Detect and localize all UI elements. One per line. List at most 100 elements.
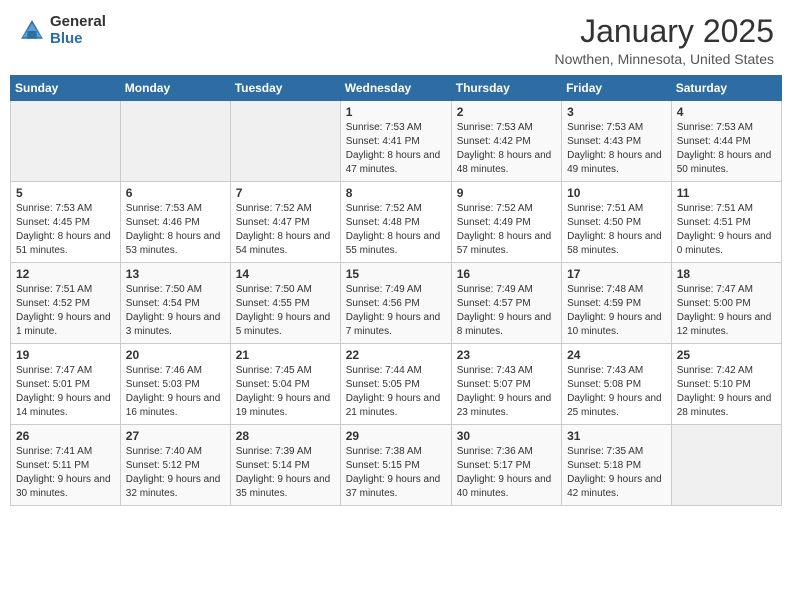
title-section: January 2025 Nowthen, Minnesota, United … <box>555 14 774 67</box>
cell-text: Sunrise: 7:53 AMSunset: 4:41 PMDaylight:… <box>346 121 446 177</box>
cell-content: 18 Sunrise: 7:47 AMSunset: 5:00 PMDayligh… <box>677 267 776 339</box>
calendar-cell: 4Sunrise: 7:53 AMSunset: 4:44 PMDaylight… <box>671 101 781 182</box>
calendar-cell: 12Sunrise: 7:51 AMSunset: 4:52 PMDayligh… <box>11 263 121 344</box>
cell-content: 23Sunrise: 7:43 AMSunset: 5:07 PMDayligh… <box>457 348 556 420</box>
day-number: 20 <box>126 348 225 362</box>
day-number: 21 <box>236 348 335 362</box>
cell-text: Sunrise: 7:43 AMSunset: 5:07 PMDaylight:… <box>457 364 556 420</box>
calendar-cell: 21 Sunrise: 7:45 AMSunset: 5:04 PMDayligh… <box>230 344 340 425</box>
cell-content: 3Sunrise: 7:53 AMSunset: 4:43 PMDaylight… <box>567 105 666 177</box>
calendar-cell <box>120 101 230 182</box>
calendar-cell <box>671 425 781 506</box>
cell-text: Sunrise: 7:50 AMSunset: 4:54 PMDaylight:… <box>126 283 225 339</box>
page: General Blue January 2025 Nowthen, Minne… <box>0 0 792 612</box>
calendar-cell: 26Sunrise: 7:41 AMSunset: 5:11 PMDayligh… <box>11 425 121 506</box>
cell-content: 6Sunrise: 7:53 AMSunset: 4:46 PMDaylight… <box>126 186 225 258</box>
calendar-cell: 16Sunrise: 7:49 AMSunset: 4:57 PMDayligh… <box>451 263 561 344</box>
cell-content: 4Sunrise: 7:53 AMSunset: 4:44 PMDaylight… <box>677 105 776 177</box>
day-number: 15 <box>346 267 446 281</box>
calendar-cell: 29 Sunrise: 7:38 AMSunset: 5:15 PMDayligh… <box>340 425 451 506</box>
cell-content: 30 Sunrise: 7:36 AMSunset: 5:17 PMDayligh… <box>457 429 556 501</box>
cell-text: Sunrise: 7:38 AMSunset: 5:15 PMDaylight:… <box>346 445 446 501</box>
cell-content: 25Sunrise: 7:42 AMSunset: 5:10 PMDayligh… <box>677 348 776 420</box>
day-number: 30 <box>457 429 556 443</box>
month-title: January 2025 <box>555 14 774 49</box>
logo-icon <box>18 17 46 45</box>
day-number: 17 <box>567 267 666 281</box>
header: General Blue January 2025 Nowthen, Minne… <box>0 0 792 75</box>
calendar-cell: 3Sunrise: 7:53 AMSunset: 4:43 PMDaylight… <box>562 101 672 182</box>
cell-content: 15Sunrise: 7:49 AMSunset: 4:56 PMDayligh… <box>346 267 446 339</box>
cell-content: 1Sunrise: 7:53 AMSunset: 4:41 PMDaylight… <box>346 105 446 177</box>
calendar-cell: 28Sunrise: 7:39 AMSunset: 5:14 PMDayligh… <box>230 425 340 506</box>
cell-content: 28Sunrise: 7:39 AMSunset: 5:14 PMDayligh… <box>236 429 335 501</box>
cell-content: 19Sunrise: 7:47 AMSunset: 5:01 PMDayligh… <box>16 348 115 420</box>
calendar-cell <box>11 101 121 182</box>
week-row-2: 5Sunrise: 7:53 AMSunset: 4:45 PMDaylight… <box>11 182 782 263</box>
calendar-cell: 25Sunrise: 7:42 AMSunset: 5:10 PMDayligh… <box>671 344 781 425</box>
cell-text: Sunrise: 7:52 AMSunset: 4:48 PMDaylight:… <box>346 202 446 258</box>
cell-text: Sunrise: 7:36 AMSunset: 5:17 PMDaylight:… <box>457 445 556 501</box>
logo-text: General Blue <box>50 14 106 47</box>
calendar-cell: 6Sunrise: 7:53 AMSunset: 4:46 PMDaylight… <box>120 182 230 263</box>
calendar-cell: 27Sunrise: 7:40 AMSunset: 5:12 PMDayligh… <box>120 425 230 506</box>
cell-text: Sunrise: 7:53 AMSunset: 4:42 PMDaylight:… <box>457 121 556 177</box>
cell-content: 5Sunrise: 7:53 AMSunset: 4:45 PMDaylight… <box>16 186 115 258</box>
calendar-body: 1Sunrise: 7:53 AMSunset: 4:41 PMDaylight… <box>11 101 782 506</box>
cell-content: 26Sunrise: 7:41 AMSunset: 5:11 PMDayligh… <box>16 429 115 501</box>
day-number: 11 <box>677 186 776 200</box>
week-row-3: 12Sunrise: 7:51 AMSunset: 4:52 PMDayligh… <box>11 263 782 344</box>
calendar-table: SundayMondayTuesdayWednesdayThursdayFrid… <box>10 75 782 506</box>
day-number: 9 <box>457 186 556 200</box>
cell-text: Sunrise: 7:51 AMSunset: 4:50 PMDaylight:… <box>567 202 666 258</box>
cell-content: 11Sunrise: 7:51 AMSunset: 4:51 PMDayligh… <box>677 186 776 258</box>
cell-content: 31Sunrise: 7:35 AMSunset: 5:18 PMDayligh… <box>567 429 666 501</box>
cell-text: Sunrise: 7:53 AMSunset: 4:46 PMDaylight:… <box>126 202 225 258</box>
calendar-cell: 31Sunrise: 7:35 AMSunset: 5:18 PMDayligh… <box>562 425 672 506</box>
calendar-cell: 2 Sunrise: 7:53 AMSunset: 4:42 PMDaylight… <box>451 101 561 182</box>
cell-text: Sunrise: 7:46 AMSunset: 5:03 PMDaylight:… <box>126 364 225 420</box>
logo-blue-text: Blue <box>50 31 106 48</box>
cell-text: Sunrise: 7:45 AMSunset: 5:04 PMDaylight:… <box>236 364 335 420</box>
day-header-saturday: Saturday <box>671 76 781 101</box>
day-number: 3 <box>567 105 666 119</box>
day-number: 18 <box>677 267 776 281</box>
cell-content: 12Sunrise: 7:51 AMSunset: 4:52 PMDayligh… <box>16 267 115 339</box>
calendar-cell: 23Sunrise: 7:43 AMSunset: 5:07 PMDayligh… <box>451 344 561 425</box>
week-row-4: 19Sunrise: 7:47 AMSunset: 5:01 PMDayligh… <box>11 344 782 425</box>
day-number: 8 <box>346 186 446 200</box>
cell-content: 8 Sunrise: 7:52 AMSunset: 4:48 PMDaylight… <box>346 186 446 258</box>
cell-content: 29 Sunrise: 7:38 AMSunset: 5:15 PMDayligh… <box>346 429 446 501</box>
day-number: 22 <box>346 348 446 362</box>
day-number: 29 <box>346 429 446 443</box>
cell-content: 16Sunrise: 7:49 AMSunset: 4:57 PMDayligh… <box>457 267 556 339</box>
cell-content: 17Sunrise: 7:48 AMSunset: 4:59 PMDayligh… <box>567 267 666 339</box>
calendar-cell: 22 Sunrise: 7:44 AMSunset: 5:05 PMDayligh… <box>340 344 451 425</box>
calendar-cell: 13 Sunrise: 7:50 AMSunset: 4:54 PMDayligh… <box>120 263 230 344</box>
cell-text: Sunrise: 7:44 AMSunset: 5:05 PMDaylight:… <box>346 364 446 420</box>
day-header-friday: Friday <box>562 76 672 101</box>
day-header-thursday: Thursday <box>451 76 561 101</box>
day-number: 26 <box>16 429 115 443</box>
cell-text: Sunrise: 7:47 AMSunset: 5:01 PMDaylight:… <box>16 364 115 420</box>
cell-text: Sunrise: 7:39 AMSunset: 5:14 PMDaylight:… <box>236 445 335 501</box>
calendar-wrapper: SundayMondayTuesdayWednesdayThursdayFrid… <box>0 75 792 516</box>
day-number: 25 <box>677 348 776 362</box>
day-number: 24 <box>567 348 666 362</box>
day-number: 14 <box>236 267 335 281</box>
day-number: 16 <box>457 267 556 281</box>
cell-text: Sunrise: 7:47 AMSunset: 5:00 PMDaylight:… <box>677 283 776 339</box>
calendar-cell: 11Sunrise: 7:51 AMSunset: 4:51 PMDayligh… <box>671 182 781 263</box>
calendar-cell: 10Sunrise: 7:51 AMSunset: 4:50 PMDayligh… <box>562 182 672 263</box>
day-header-sunday: Sunday <box>11 76 121 101</box>
calendar-cell: 8 Sunrise: 7:52 AMSunset: 4:48 PMDaylight… <box>340 182 451 263</box>
calendar-header: SundayMondayTuesdayWednesdayThursdayFrid… <box>11 76 782 101</box>
day-number: 2 <box>457 105 556 119</box>
cell-text: Sunrise: 7:35 AMSunset: 5:18 PMDaylight:… <box>567 445 666 501</box>
cell-text: Sunrise: 7:51 AMSunset: 4:52 PMDaylight:… <box>16 283 115 339</box>
calendar-cell: 17Sunrise: 7:48 AMSunset: 4:59 PMDayligh… <box>562 263 672 344</box>
calendar-cell: 20 Sunrise: 7:46 AMSunset: 5:03 PMDayligh… <box>120 344 230 425</box>
header-row: SundayMondayTuesdayWednesdayThursdayFrid… <box>11 76 782 101</box>
day-number: 13 <box>126 267 225 281</box>
cell-text: Sunrise: 7:53 AMSunset: 4:44 PMDaylight:… <box>677 121 776 177</box>
